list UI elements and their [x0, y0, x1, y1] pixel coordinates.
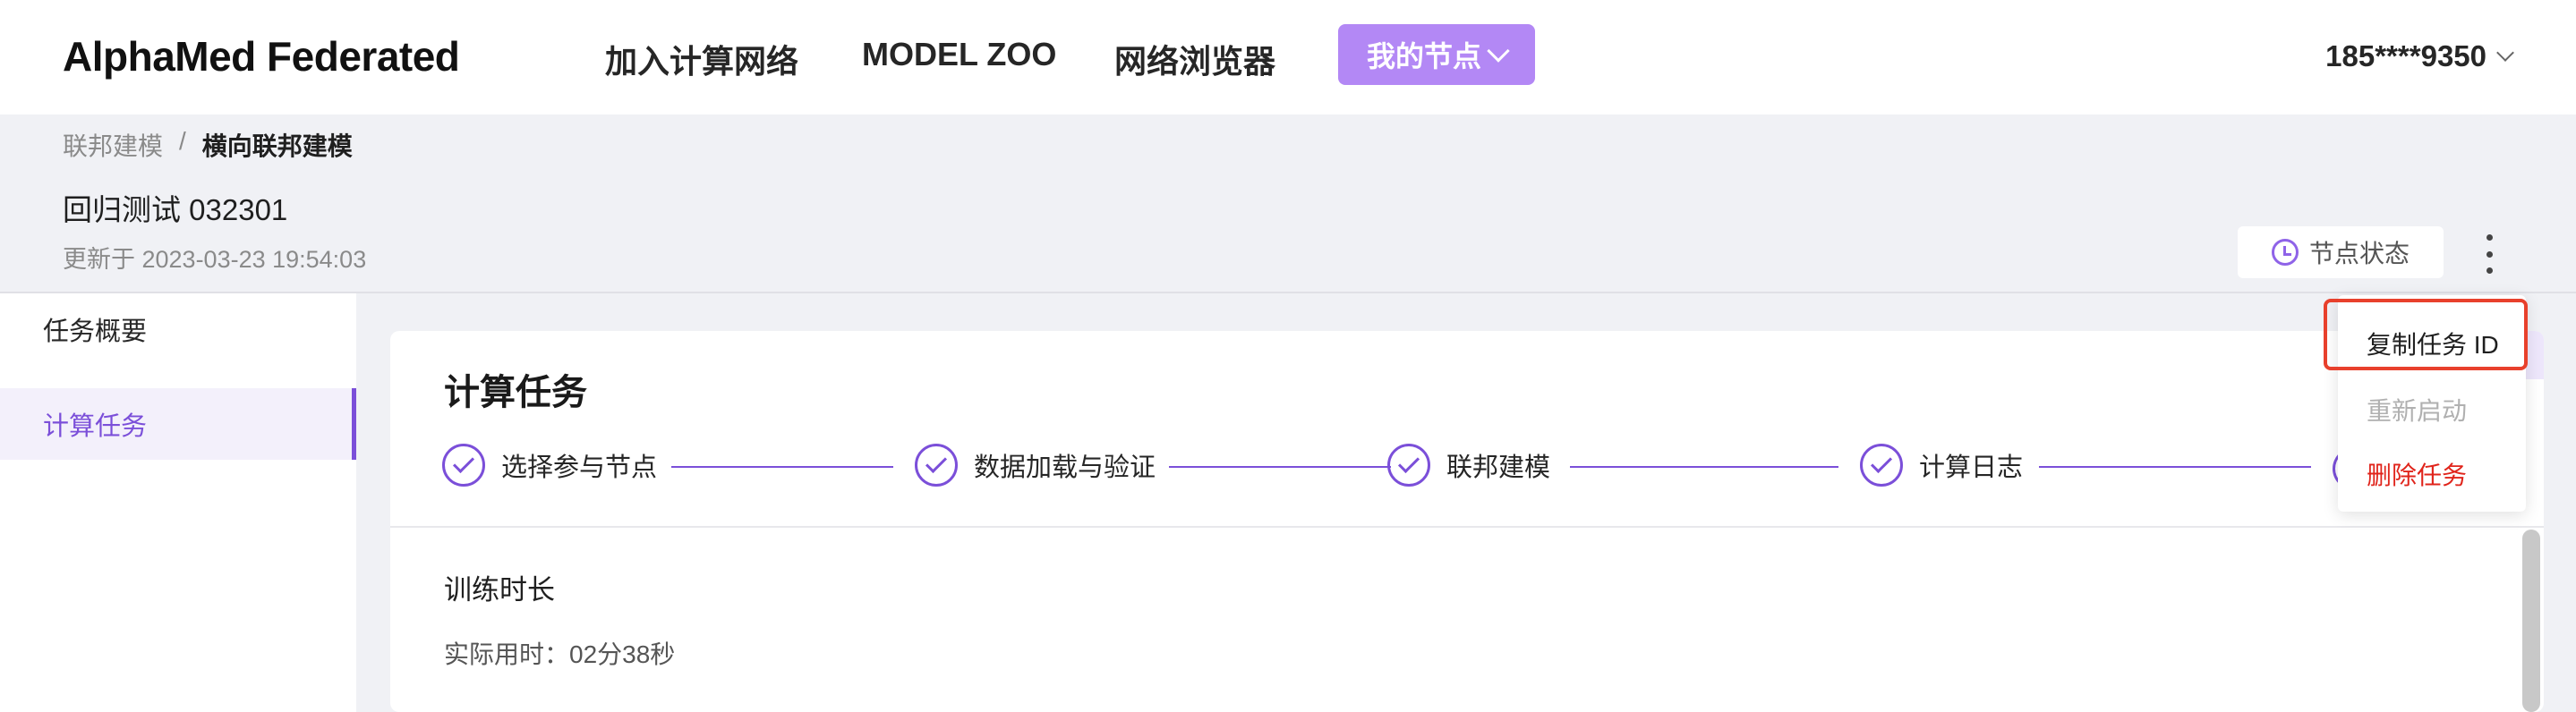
step-label: 联邦建模 — [1446, 453, 1551, 482]
sidebar-item-compute-tasks[interactable]: 计算任务 — [0, 388, 356, 460]
node-status-button[interactable]: 节点状态 — [2238, 226, 2444, 278]
check-circle-icon — [915, 444, 958, 487]
user-account-menu[interactable]: 185****9350 — [2325, 39, 2514, 73]
step-connector — [1570, 466, 1838, 468]
card-divider — [390, 526, 2544, 528]
nav-model-zoo[interactable]: MODEL ZOO — [862, 36, 1056, 73]
node-status-label: 节点状态 — [2308, 240, 2410, 267]
my-node-dropdown-button[interactable]: 我的节点 — [1338, 24, 1535, 85]
page-title: 回归测试 032301 — [63, 193, 288, 226]
user-phone: 185****9350 — [2325, 39, 2486, 72]
my-node-label: 我的节点 — [1366, 40, 1481, 72]
updated-timestamp: 更新于 2023-03-23 19:54:03 — [63, 246, 367, 273]
step-connector — [671, 466, 893, 468]
menu-item-restart[interactable]: 重新启动 — [2367, 392, 2467, 428]
compute-task-card: 计算任务 选择参与节点 数据加载与验证 联邦建模 计算日志 训练时长 实际用时：… — [390, 331, 2544, 712]
clock-icon — [2271, 239, 2299, 266]
check-circle-icon — [442, 444, 485, 487]
breadcrumb-separator: / — [179, 127, 186, 155]
check-circle-icon — [1387, 444, 1430, 487]
step-select-nodes[interactable]: 选择参与节点 — [442, 444, 657, 487]
step-compute-log[interactable]: 计算日志 — [1860, 444, 2023, 487]
step-label: 选择参与节点 — [501, 453, 658, 482]
vertical-scrollbar[interactable] — [2522, 530, 2540, 712]
brand-logo[interactable]: AlphaMed Federated — [63, 32, 460, 81]
chevron-down-icon — [2496, 44, 2514, 62]
menu-item-delete-task[interactable]: 删除任务 — [2367, 456, 2467, 492]
card-title: 计算任务 — [444, 373, 587, 412]
sidebar-item-task-overview[interactable]: 任务概要 — [0, 293, 356, 365]
actual-time-value: 实际用时：02分38秒 — [444, 640, 676, 668]
highlight-box — [2324, 299, 2528, 370]
breadcrumb-current: 横向联邦建模 — [201, 132, 353, 160]
step-label: 计算日志 — [1919, 453, 2024, 482]
step-connector — [2039, 466, 2311, 468]
chevron-down-icon — [1487, 39, 1510, 63]
step-connector — [1169, 466, 1391, 468]
left-sidebar: 任务概要 计算任务 — [0, 293, 356, 712]
training-duration-title: 训练时长 — [444, 574, 555, 606]
check-circle-icon — [1860, 444, 1903, 487]
step-federated-modeling[interactable]: 联邦建模 — [1387, 444, 1550, 487]
step-data-load-verify[interactable]: 数据加载与验证 — [915, 444, 1156, 487]
more-options-icon[interactable] — [2476, 234, 2503, 274]
top-navbar: AlphaMed Federated 加入计算网络 MODEL ZOO 网络浏览… — [0, 0, 2576, 114]
nav-network-browser[interactable]: 网络浏览器 — [1114, 36, 1275, 82]
nav-join-network[interactable]: 加入计算网络 — [605, 36, 798, 82]
step-label: 数据加载与验证 — [974, 453, 1156, 482]
header-divider — [0, 292, 2576, 293]
breadcrumb-parent[interactable]: 联邦建模 — [63, 127, 163, 163]
breadcrumb: 联邦建模 / 横向联邦建模 — [63, 127, 353, 163]
